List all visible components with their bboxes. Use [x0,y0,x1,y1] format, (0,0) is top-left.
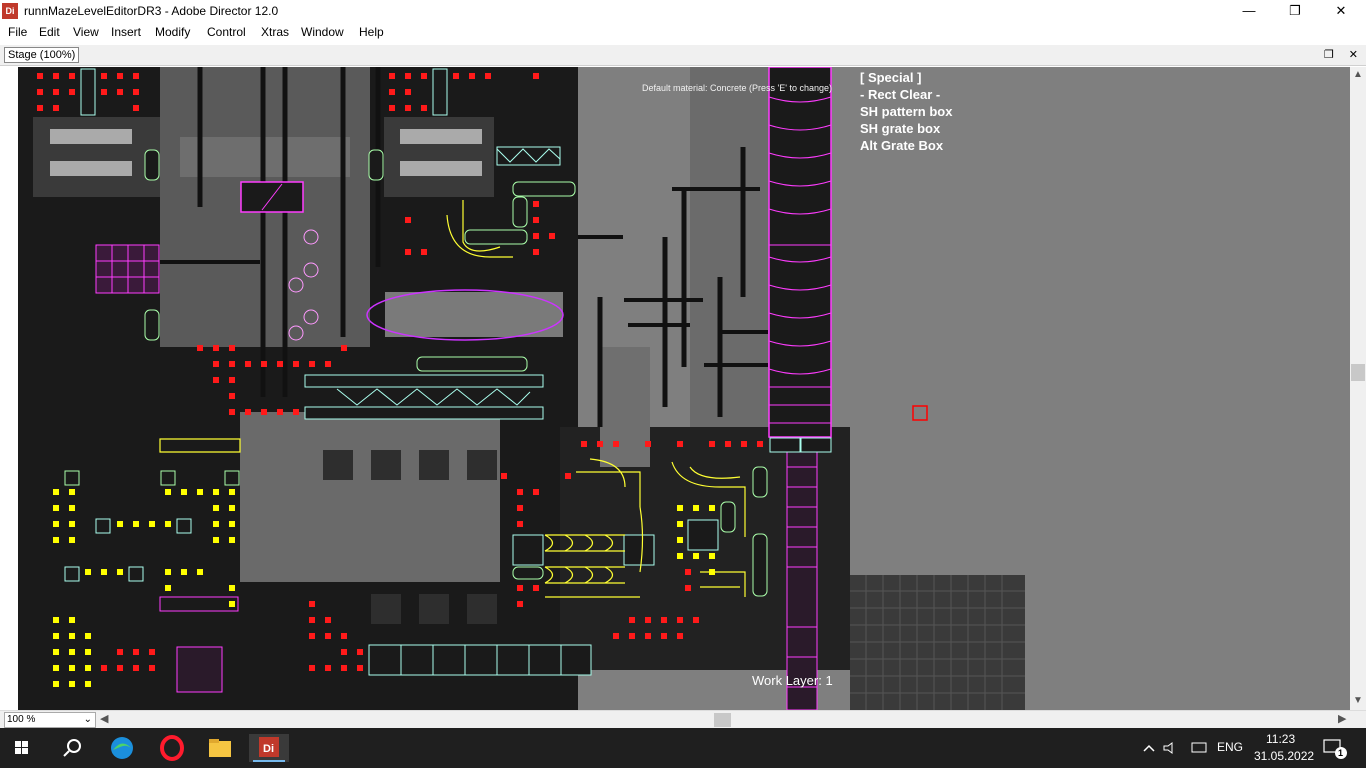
menu-xtras[interactable]: Xtras [261,25,289,39]
language-indicator[interactable]: ENG [1217,740,1243,754]
special-menu-item-sh-grate-box[interactable]: SH grate box [860,120,952,137]
stage-restore-button[interactable]: ❐ [1324,49,1334,61]
system-tray-icons[interactable] [1140,740,1210,756]
horizontal-scrollbar[interactable]: ◀ ▶ [100,712,1350,728]
menu-insert[interactable]: Insert [111,25,141,39]
director-app-icon: Di [2,3,18,19]
opera-icon[interactable] [152,734,192,762]
special-tool-menu: [ Special ] - Rect Clear - SH pattern bo… [860,69,952,154]
zoom-value: 100 % [7,714,36,725]
vertical-scroll-thumb[interactable] [1351,364,1365,381]
scroll-right-icon[interactable]: ▶ [1338,712,1346,725]
clock-time[interactable]: 11:23 [1266,732,1295,746]
menu-view[interactable]: View [73,25,99,39]
stage-window-header: Stage (100%) ❐ ✕ [0,45,1366,66]
chevron-down-icon: ⌄ [83,714,92,725]
notification-count: 1 [1338,748,1344,758]
scroll-down-icon[interactable]: ▼ [1353,695,1363,706]
level-editor-view[interactable] [0,67,1350,710]
search-icon[interactable] [52,734,92,762]
menu-help[interactable]: Help [359,25,384,39]
horizontal-scroll-thumb[interactable] [714,713,731,727]
title-bar: Di runnMazeLevelEditorDR3 - Adobe Direct… [0,0,1366,22]
minimize-button[interactable]: — [1226,0,1272,22]
special-menu-header: [ Special ] [860,70,922,85]
work-layer-label: Work Layer: 1 [752,673,833,688]
menu-control[interactable]: Control [207,25,246,39]
menu-edit[interactable]: Edit [39,25,60,39]
stage-status-bar: 100 % ⌄ ◀ ▶ [0,710,1366,728]
svg-text:Di: Di [263,743,274,755]
close-button[interactable]: ✕ [1318,0,1364,22]
stage-close-button[interactable]: ✕ [1349,49,1358,61]
stage-title: Stage (100%) [4,47,80,63]
special-menu-item-rect-clear[interactable]: - Rect Clear - [860,86,952,103]
menu-file[interactable]: File [8,25,27,39]
stage-window-controls: ❐ ✕ [1324,48,1358,61]
window-title: runnMazeLevelEditorDR3 - Adobe Director … [24,4,279,18]
windows-taskbar: Di ENG 11:23 31.05.2022 1 [0,728,1366,768]
scroll-up-icon[interactable]: ▲ [1353,69,1363,80]
menu-modify[interactable]: Modify [155,25,190,39]
maximize-button[interactable]: ❐ [1272,0,1318,22]
edge-icon[interactable] [102,734,142,762]
start-icon[interactable] [2,734,42,762]
notification-icon[interactable] [1322,738,1348,760]
zoom-select[interactable]: 100 % ⌄ [4,712,96,728]
director-icon[interactable]: Di [249,734,289,762]
scroll-left-icon[interactable]: ◀ [100,712,108,725]
default-material-hint: Default material: Concrete (Press 'E' to… [642,83,833,93]
stage-canvas[interactable]: Default material: Concrete (Press 'E' to… [0,67,1350,710]
file-explorer-icon[interactable] [200,734,240,762]
special-menu-item-sh-pattern-box[interactable]: SH pattern box [860,103,952,120]
special-menu-item-alt-grate-box[interactable]: Alt Grate Box [860,137,952,154]
menu-bar: File Edit View Insert Modify Control Xtr… [0,22,1366,42]
menu-window[interactable]: Window [301,25,344,39]
clock-date[interactable]: 31.05.2022 [1254,749,1314,763]
magenta-pipe-column [768,67,832,438]
vertical-scrollbar[interactable]: ▲ ▼ [1350,67,1366,710]
